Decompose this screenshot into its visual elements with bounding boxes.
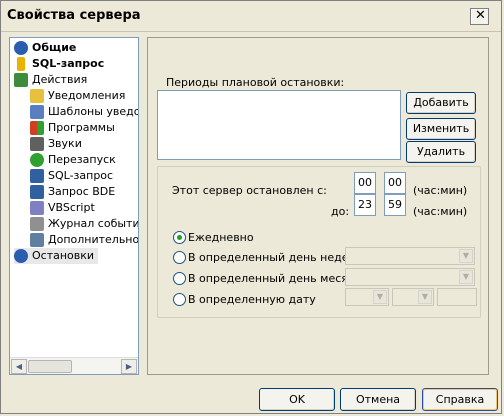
tree-item-advanced[interactable]: Дополнительно [30, 232, 138, 248]
tree-item-vbscript[interactable]: VBScript [30, 200, 95, 216]
scroll-right-arrow[interactable]: ▶ [121, 359, 137, 374]
to-hours-field[interactable]: 23 [354, 194, 376, 216]
tree-item-restart[interactable]: Перезапуск [30, 152, 116, 168]
speaker-icon [30, 137, 44, 151]
tree-item-notification-templates[interactable]: Шаблоны уведомлений [30, 104, 138, 120]
sql-icon [30, 169, 44, 183]
folder-icon [30, 89, 44, 103]
clock-icon [14, 249, 28, 263]
window-title: Свойства сервера [7, 8, 141, 23]
lightning-icon [17, 57, 25, 71]
tree-item-general[interactable]: Общие [14, 40, 76, 56]
close-button[interactable]: ✕ [470, 8, 489, 25]
tree-item-notifications[interactable]: Уведомления [30, 88, 125, 104]
tree-item-sql-query[interactable]: SQL-запрос [14, 56, 104, 72]
scroll-left-arrow[interactable]: ◀ [11, 359, 27, 374]
close-icon: ✕ [475, 8, 486, 23]
tree-item-actions[interactable]: Действия [14, 72, 87, 88]
to-minutes-field[interactable]: 59 [384, 194, 406, 216]
to-unit-label: (час:мин) [413, 205, 468, 218]
scroll-thumb[interactable] [28, 360, 72, 373]
tools-icon [30, 233, 44, 247]
monthday-label: В определенный день месяца [188, 272, 363, 285]
weekday-combo[interactable]: ▼ [345, 247, 475, 265]
tree-item-sounds[interactable]: Звуки [30, 136, 82, 152]
stops-panel: Периоды плановой остановки: Добавить Изм… [147, 37, 489, 375]
script-icon [30, 201, 44, 215]
weekday-label: В определенный день недели [188, 251, 363, 264]
info-icon [14, 41, 28, 55]
monthday-combo[interactable]: ▼ [345, 268, 475, 286]
weekday-radio[interactable] [173, 251, 186, 264]
help-button[interactable]: Справка [422, 388, 498, 411]
tree-horizontal-scrollbar[interactable]: ◀ ▶ [10, 357, 138, 374]
date-month-combo[interactable]: ▼ [392, 288, 434, 306]
date-label: В определенную дату [188, 293, 316, 306]
from-hours-field[interactable]: 00 [354, 172, 376, 194]
title-bar: Свойства сервера ✕ [1, 1, 501, 32]
edit-button[interactable]: Изменить [406, 118, 476, 140]
daily-radio[interactable] [173, 231, 186, 244]
delete-button[interactable]: Удалить [406, 141, 476, 163]
date-year-field[interactable] [437, 288, 477, 306]
tree-item-programs[interactable]: Программы [30, 120, 115, 136]
ok-button[interactable]: OK [259, 388, 335, 411]
daily-label: Ежедневно [188, 231, 254, 244]
tree-item-sql-action[interactable]: SQL-запрос [30, 168, 113, 184]
chevron-down-icon: ▼ [373, 290, 387, 304]
to-label: до: [331, 205, 350, 218]
document-icon [30, 105, 44, 119]
chevron-down-icon: ▼ [459, 270, 473, 284]
from-unit-label: (час:мин) [413, 184, 468, 197]
periods-label: Периоды плановой остановки: [166, 76, 345, 89]
periods-listbox[interactable] [157, 90, 401, 160]
chevron-down-icon: ▼ [459, 249, 473, 263]
add-button[interactable]: Добавить [406, 92, 476, 114]
from-minutes-field[interactable]: 00 [384, 172, 406, 194]
bde-icon [30, 185, 44, 199]
server-properties-window: Свойства сервера ✕ Общие SQL-запрос Дейс… [0, 0, 502, 414]
log-icon [30, 217, 44, 231]
puzzle-icon [14, 73, 28, 87]
date-radio[interactable] [173, 293, 186, 306]
tree-item-bde-query[interactable]: Запрос BDE [30, 184, 115, 200]
tree-item-stops[interactable]: Остановки [14, 248, 99, 264]
monthday-radio[interactable] [173, 272, 186, 285]
tree-item-event-log[interactable]: Журнал событий [30, 216, 138, 232]
cancel-button[interactable]: Отмена [340, 388, 416, 411]
chevron-down-icon: ▼ [418, 290, 432, 304]
date-day-combo[interactable]: ▼ [345, 288, 389, 306]
windows-icon [30, 121, 44, 135]
refresh-icon [30, 153, 44, 167]
stopped-from-label: Этот сервер остановлен с: [172, 184, 327, 197]
settings-tree[interactable]: Общие SQL-запрос Действия Уведомления Ша… [9, 37, 139, 375]
